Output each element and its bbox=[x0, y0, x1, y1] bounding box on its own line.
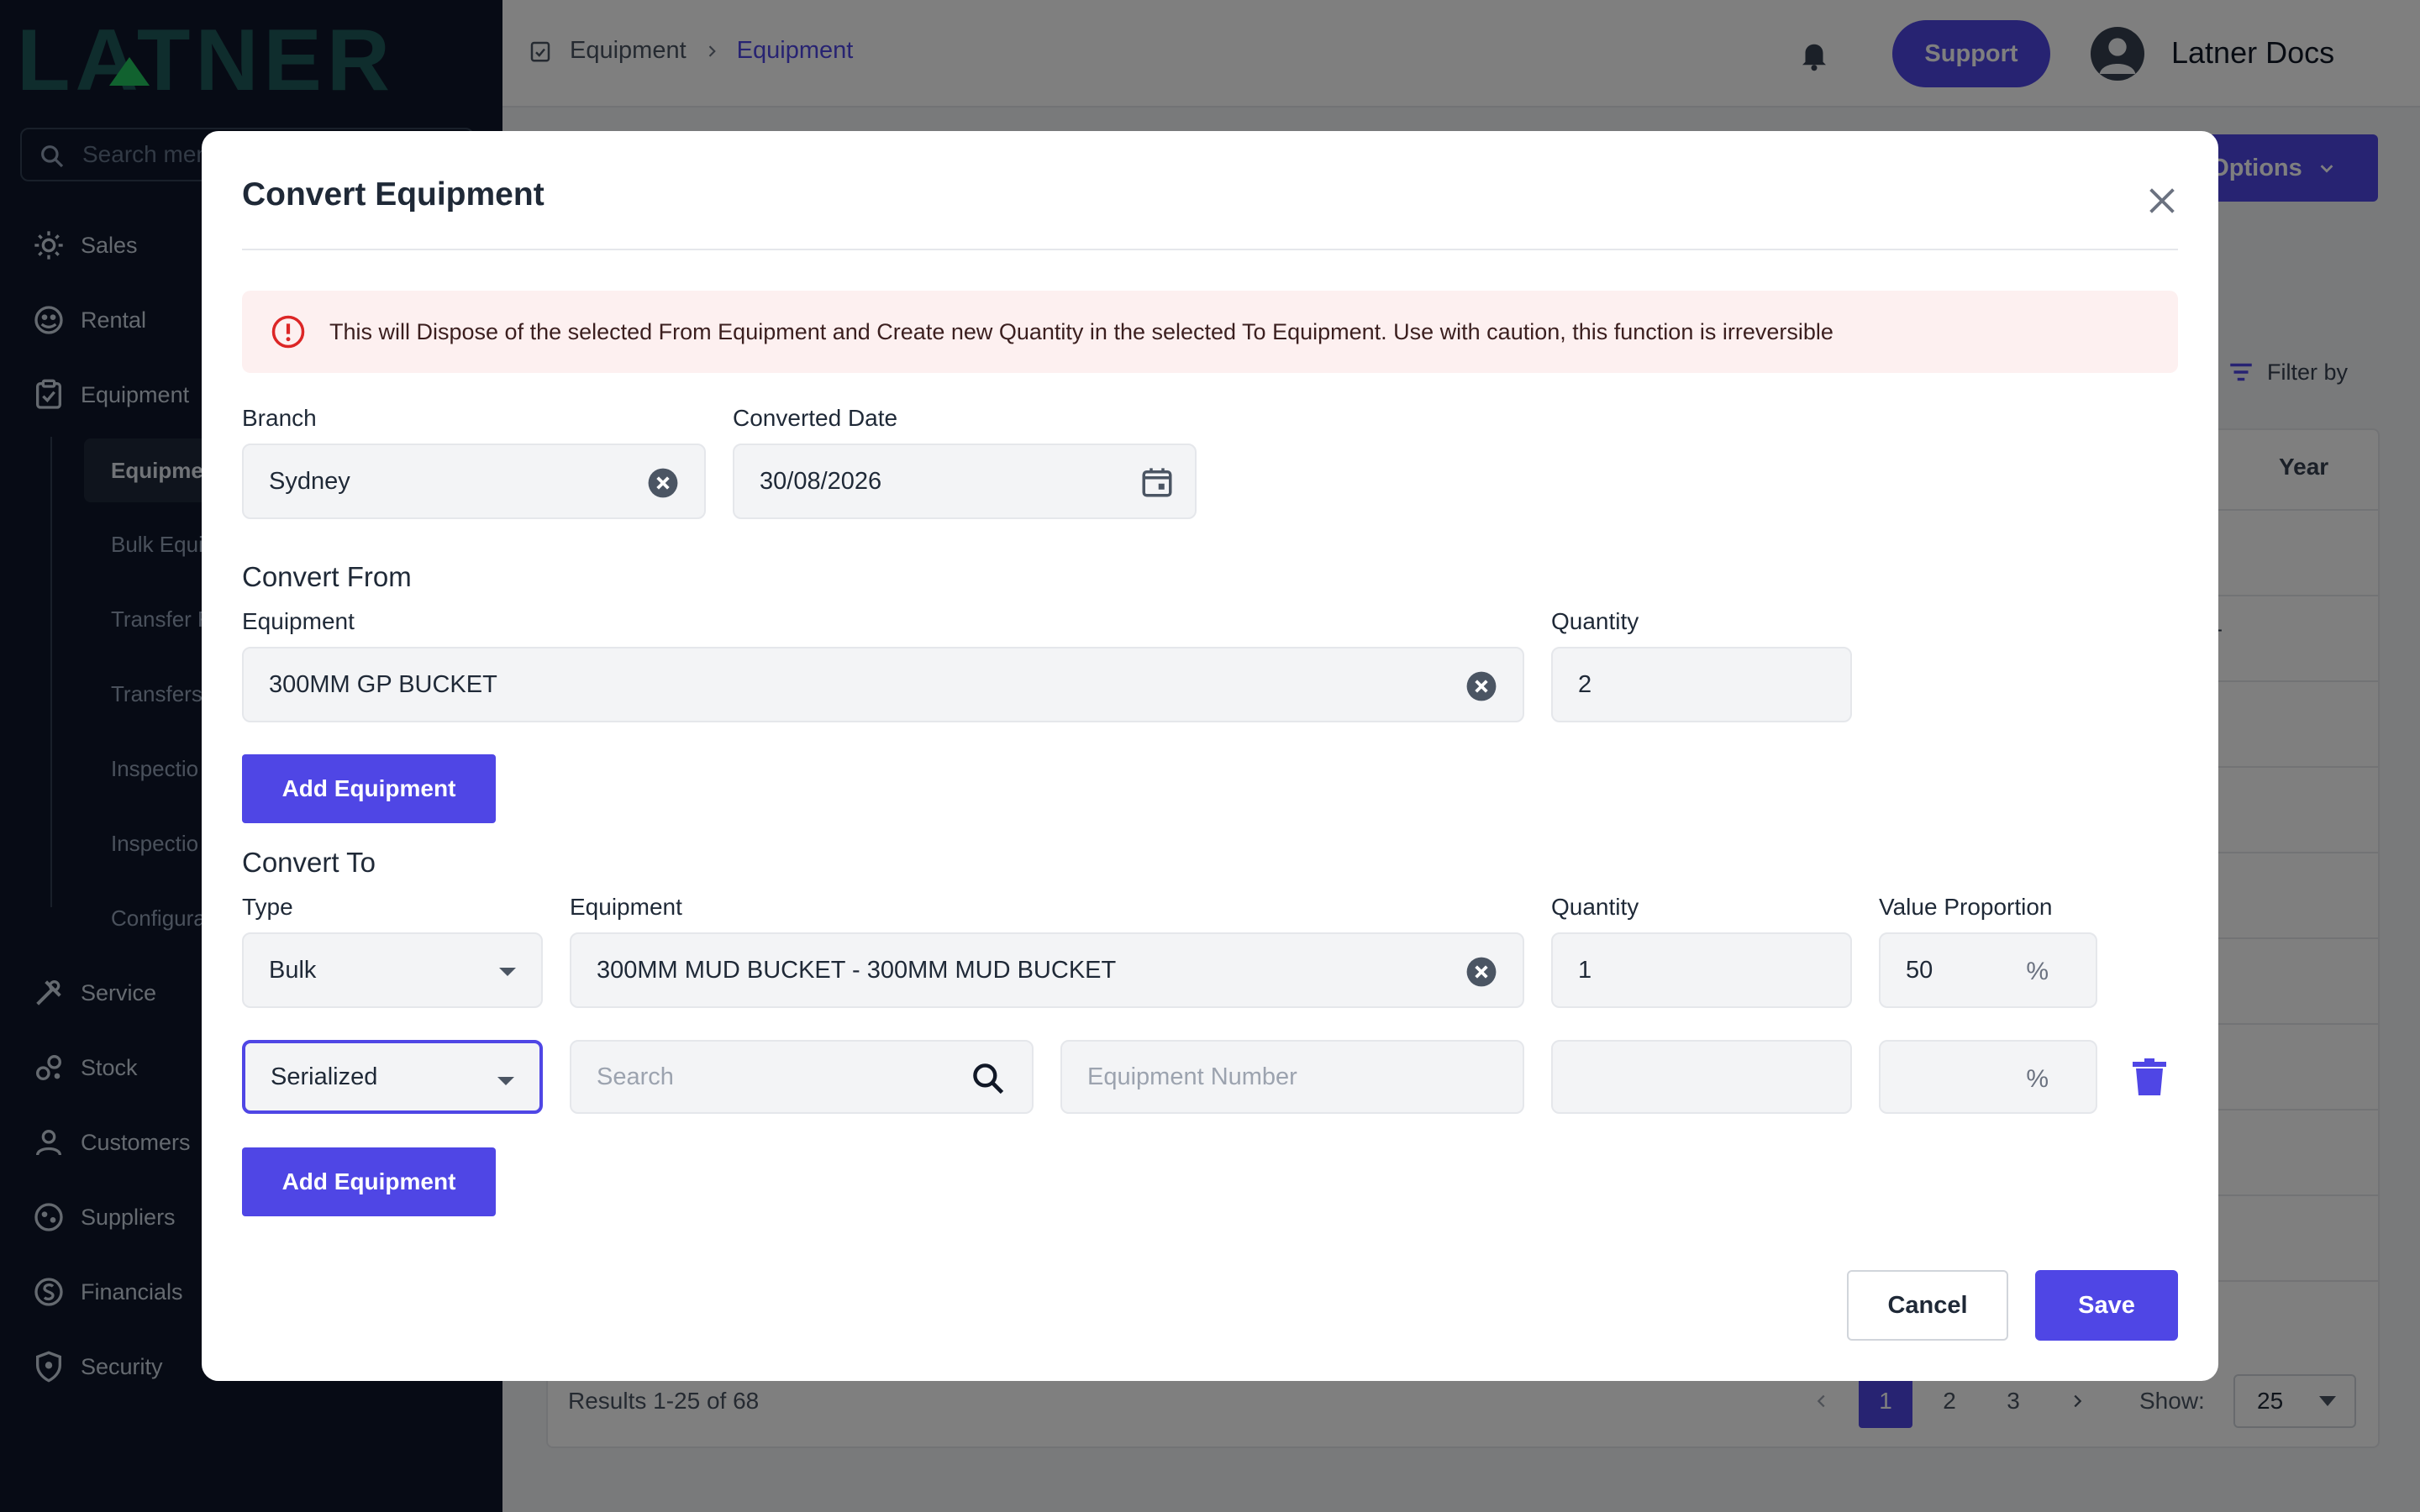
converted-date-label: Converted Date bbox=[733, 405, 898, 431]
save-button[interactable]: Save bbox=[2035, 1270, 2178, 1341]
branch-select[interactable]: Sydney bbox=[242, 444, 706, 519]
from-quantity-value: 2 bbox=[1578, 670, 1592, 698]
converted-date-value: 30/08/2026 bbox=[760, 467, 882, 495]
alert-circle-icon bbox=[271, 315, 305, 349]
clear-icon[interactable] bbox=[1465, 956, 1497, 988]
modal-title: Convert Equipment bbox=[242, 176, 544, 213]
to-quantity-input-2[interactable] bbox=[1551, 1040, 1852, 1114]
close-icon[interactable] bbox=[2143, 181, 2181, 220]
to-equipment-value: 300MM MUD BUCKET - 300MM MUD BUCKET bbox=[597, 956, 1117, 984]
clear-icon[interactable] bbox=[647, 467, 679, 499]
to-type-select[interactable]: Bulk bbox=[242, 932, 543, 1008]
from-equipment-value: 300MM GP BUCKET bbox=[269, 670, 497, 698]
caret-down-icon bbox=[497, 1077, 514, 1085]
converted-date-input[interactable]: 30/08/2026 bbox=[733, 444, 1197, 519]
value-proportion-value: 50 bbox=[1906, 956, 1933, 984]
from-quantity-input[interactable]: 2 bbox=[1551, 647, 1852, 722]
percent-suffix: % bbox=[2026, 1065, 2049, 1093]
to-quantity-input[interactable]: 1 bbox=[1551, 932, 1852, 1008]
clear-icon[interactable] bbox=[1465, 670, 1497, 702]
value-proportion-label: Value Proportion bbox=[1879, 894, 2053, 920]
convert-to-heading: Convert To bbox=[242, 847, 376, 878]
to-quantity-value: 1 bbox=[1578, 956, 1592, 984]
modal-divider bbox=[242, 249, 2178, 250]
to-equipment-label: Equipment bbox=[570, 894, 682, 920]
branch-value: Sydney bbox=[269, 467, 350, 495]
from-equipment-label: Equipment bbox=[242, 608, 355, 634]
convert-equipment-modal: Convert Equipment This will Dispose of t… bbox=[202, 131, 2218, 1381]
from-equipment-select[interactable]: 300MM GP BUCKET bbox=[242, 647, 1524, 722]
to-equipment-select[interactable]: 300MM MUD BUCKET - 300MM MUD BUCKET bbox=[570, 932, 1524, 1008]
to-type-select-2[interactable]: Serialized bbox=[242, 1040, 543, 1114]
equipment-number-input[interactable]: Equipment Number bbox=[1060, 1040, 1524, 1114]
trash-icon[interactable] bbox=[2133, 1058, 2166, 1095]
equipment-search-input[interactable]: Search bbox=[570, 1040, 1034, 1114]
warning-alert: This will Dispose of the selected From E… bbox=[242, 291, 2178, 373]
to-type-label: Type bbox=[242, 894, 293, 920]
caret-down-icon bbox=[499, 968, 516, 976]
percent-suffix: % bbox=[2026, 958, 2049, 985]
value-proportion-input-2[interactable]: % bbox=[1879, 1040, 2097, 1114]
calendar-icon[interactable] bbox=[1139, 464, 1175, 501]
from-quantity-label: Quantity bbox=[1551, 608, 1639, 634]
cancel-button[interactable]: Cancel bbox=[1847, 1270, 2008, 1341]
equipment-number-placeholder: Equipment Number bbox=[1087, 1063, 1297, 1090]
add-to-equipment-button[interactable]: Add Equipment bbox=[242, 1147, 496, 1216]
search-icon[interactable] bbox=[970, 1060, 1007, 1097]
convert-from-heading: Convert From bbox=[242, 561, 412, 592]
equipment-search-placeholder: Search bbox=[597, 1063, 674, 1090]
add-from-equipment-button[interactable]: Add Equipment bbox=[242, 754, 496, 823]
branch-label: Branch bbox=[242, 405, 317, 431]
value-proportion-input[interactable]: 50 % bbox=[1879, 932, 2097, 1008]
to-quantity-label: Quantity bbox=[1551, 894, 1639, 920]
alert-text: This will Dispose of the selected From E… bbox=[329, 318, 1833, 344]
